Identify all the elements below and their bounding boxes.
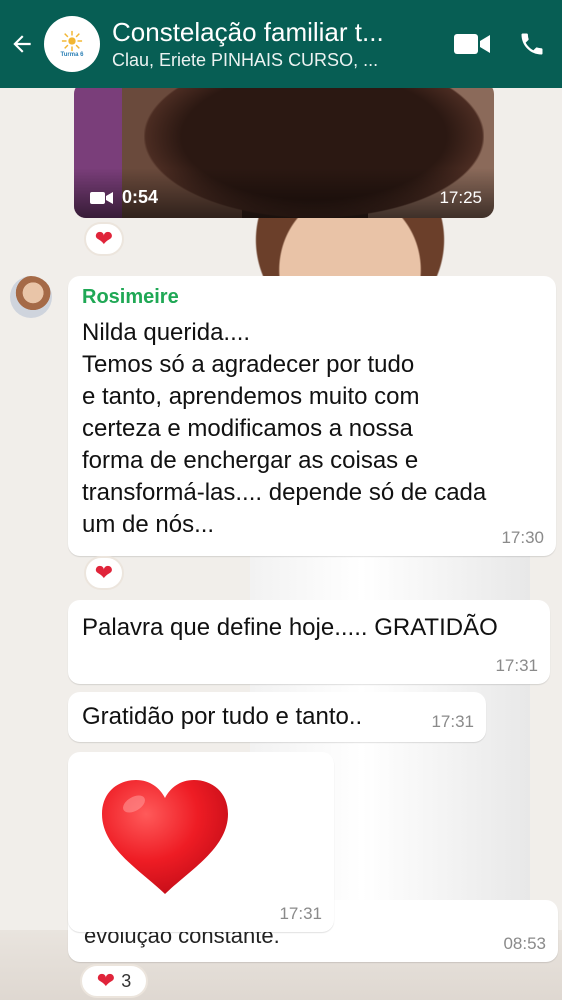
sender-name[interactable]: Rosimeire xyxy=(82,286,542,309)
video-camera-icon xyxy=(454,34,490,54)
back-button[interactable] xyxy=(0,0,44,88)
voice-call-button[interactable] xyxy=(502,0,562,88)
message-time: 17:30 xyxy=(501,528,544,547)
sun-logo-icon xyxy=(61,30,83,52)
video-duration-area: 0:54 xyxy=(90,187,158,208)
sender-avatar[interactable] xyxy=(10,276,52,318)
reaction-badge[interactable]: ❤ xyxy=(84,222,124,256)
message-time: 17:25 xyxy=(439,188,482,207)
reaction-badge[interactable]: ❤ xyxy=(84,556,124,590)
video-duration: 0:54 xyxy=(122,187,159,207)
text-message[interactable]: Rosimeire Nilda querida.... Temos só a a… xyxy=(68,276,556,556)
text-message[interactable]: Gratidão por tudo e tanto.. 17:31 xyxy=(68,692,486,742)
video-message[interactable]: 0:54 17:25 xyxy=(74,82,494,218)
chat-title-area[interactable]: Constelação familiar t... Clau, Eriete P… xyxy=(112,16,442,72)
chat-header: Turma 6 Constelação familiar t... Clau, … xyxy=(0,0,562,88)
red-heart-emoji-icon xyxy=(102,780,228,894)
message-time: 08:53 xyxy=(503,934,546,953)
heart-reaction-icon: ❤ xyxy=(94,226,114,251)
reaction-count: 3 xyxy=(121,970,132,991)
message-time: 17:31 xyxy=(431,712,474,731)
video-call-button[interactable] xyxy=(442,0,502,88)
message-time: 17:31 xyxy=(279,904,322,923)
heart-reaction-icon: ❤ xyxy=(94,560,114,585)
group-avatar-text: Turma 6 xyxy=(60,52,84,58)
heart-reaction-icon: ❤ xyxy=(96,968,116,993)
chat-participants: Clau, Eriete PINHAIS CURSO, ... xyxy=(112,50,379,70)
arrow-left-icon xyxy=(13,35,31,53)
phone-icon xyxy=(521,33,543,55)
video-icon xyxy=(90,191,113,204)
text-message[interactable]: Palavra que define hoje..... GRATIDÃO 17… xyxy=(68,600,550,684)
message-text: Nilda querida.... Temos só a agradecer p… xyxy=(82,319,487,538)
message-time: 17:31 xyxy=(495,656,538,675)
message-text: Palavra que define hoje..... GRATIDÃO xyxy=(82,614,498,641)
chat-title: Constelação familiar t... xyxy=(112,17,384,47)
message-text-partial: evolução constante. xyxy=(84,932,280,948)
group-avatar[interactable]: Turma 6 xyxy=(44,16,100,72)
message-text: Gratidão por tudo e tanto.. xyxy=(82,703,363,730)
reaction-badge[interactable]: ❤ 3 xyxy=(80,964,148,998)
